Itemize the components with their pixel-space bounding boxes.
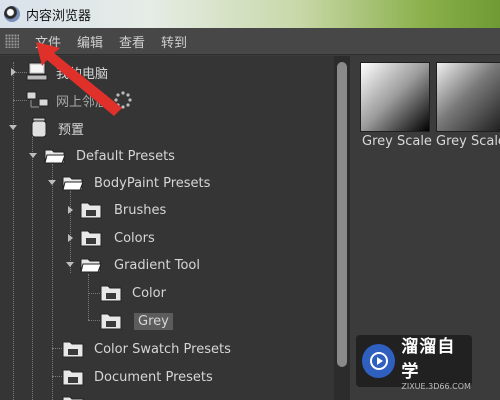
preview-thumbnail-grey-scale[interactable] [360, 62, 430, 132]
folder-icon [100, 285, 122, 302]
tree-guide-line [88, 293, 100, 294]
tree-scrollbar-thumb[interactable] [337, 62, 347, 367]
expand-arrow-icon[interactable] [68, 234, 73, 242]
tree-item-label: 我的电脑 [56, 66, 109, 82]
open-folder-icon [62, 176, 84, 191]
window-title: 内容浏览器 [26, 8, 92, 24]
open-folder-icon [44, 149, 66, 164]
computer-icon [26, 62, 48, 81]
watermark-url: ZIXUE.3D66.COM [401, 381, 471, 391]
menu-edit[interactable]: 编辑 [69, 32, 111, 51]
tree-item-color-swatch-presets[interactable]: Color Swatch Presets [62, 337, 231, 361]
collapse-arrow-icon[interactable] [29, 153, 37, 158]
collapse-arrow-icon[interactable] [48, 180, 56, 185]
tree-item-label: Gradient Tool [114, 257, 200, 273]
tree-guide-line [13, 62, 14, 400]
preview-label: Grey Scale [362, 134, 432, 149]
expand-arrow-icon[interactable] [11, 68, 16, 76]
tree-guide-line [88, 274, 89, 320]
preview-thumbnail-grey-scale-2[interactable] [436, 62, 500, 132]
tree-item-gradient-tool[interactable]: Gradient Tool [80, 253, 200, 277]
tree-item-default-presets[interactable]: Default Presets [44, 144, 175, 168]
folder-icon [62, 341, 84, 358]
tree-item-label: Document Presets [94, 369, 213, 385]
menu-goto[interactable]: 转到 [153, 32, 195, 51]
tree-item-presets[interactable]: 预置 [30, 116, 84, 140]
tree-item-label: Default Presets [76, 148, 175, 164]
tree-item-label: Colors [114, 230, 155, 246]
menu-bar: 文件 编辑 查看 转到 [0, 28, 500, 55]
tree-item-document-presets[interactable]: Document Presets [62, 365, 213, 389]
folder-icon [62, 396, 84, 400]
grip-handle-icon[interactable] [5, 34, 19, 48]
tree-item-label: 预置 [58, 122, 85, 138]
tree-item-my-computer[interactable]: 我的电脑 [26, 60, 108, 84]
expand-arrow-icon[interactable] [68, 206, 73, 214]
play-logo-icon [362, 344, 396, 378]
preview-label: Grey Scale. [436, 134, 500, 149]
tree-panel: 我的电脑 网上邻居 预置 Default Presets BodyPaint P… [0, 56, 334, 400]
folder-icon [100, 313, 122, 330]
tree-item-network[interactable]: 网上邻居 [26, 88, 132, 112]
collapse-arrow-icon[interactable] [9, 125, 17, 130]
tree-item-grey[interactable]: Grey [100, 309, 173, 333]
preset-jar-icon [31, 117, 47, 138]
app-logo-icon [4, 6, 20, 22]
tree-item-label: 网上邻居 [56, 94, 109, 110]
open-folder-icon [80, 258, 102, 273]
title-bar: 内容浏览器 [0, 0, 500, 28]
tree-guide-line [52, 376, 62, 377]
tree-item-label: Color [132, 285, 166, 301]
tree-item-label: Brushes [114, 202, 167, 218]
menu-file[interactable]: 文件 [27, 32, 69, 51]
watermark-title: 溜溜自学 [401, 336, 456, 382]
tree-guide-line [52, 164, 53, 400]
tree-guide-line [13, 100, 27, 101]
tree-item-bodypaint-presets[interactable]: BodyPaint Presets [62, 171, 210, 195]
network-icon [26, 91, 49, 108]
folder-icon [80, 230, 102, 247]
tree-guide-line [88, 320, 100, 321]
loading-spinner-icon [114, 91, 132, 109]
collapse-arrow-icon[interactable] [66, 262, 74, 267]
tree-item-colors[interactable]: Colors [80, 226, 155, 250]
tree-item-partial[interactable] [62, 392, 84, 400]
tree-item-label: BodyPaint Presets [94, 175, 211, 191]
folder-icon [80, 202, 102, 219]
tree-item-brushes[interactable]: Brushes [80, 198, 166, 222]
watermark: 溜溜自学 ZIXUE.3D66.COM [356, 335, 472, 391]
tree-guide-line [52, 348, 62, 349]
tree-guide-line [70, 191, 71, 273]
tree-guide-line [32, 136, 33, 400]
tree-item-label: Grey [134, 312, 173, 330]
menu-view[interactable]: 查看 [111, 32, 153, 51]
tree-item-color[interactable]: Color [100, 281, 166, 305]
tree-item-label: Color Swatch Presets [94, 341, 231, 357]
folder-icon [62, 369, 84, 386]
